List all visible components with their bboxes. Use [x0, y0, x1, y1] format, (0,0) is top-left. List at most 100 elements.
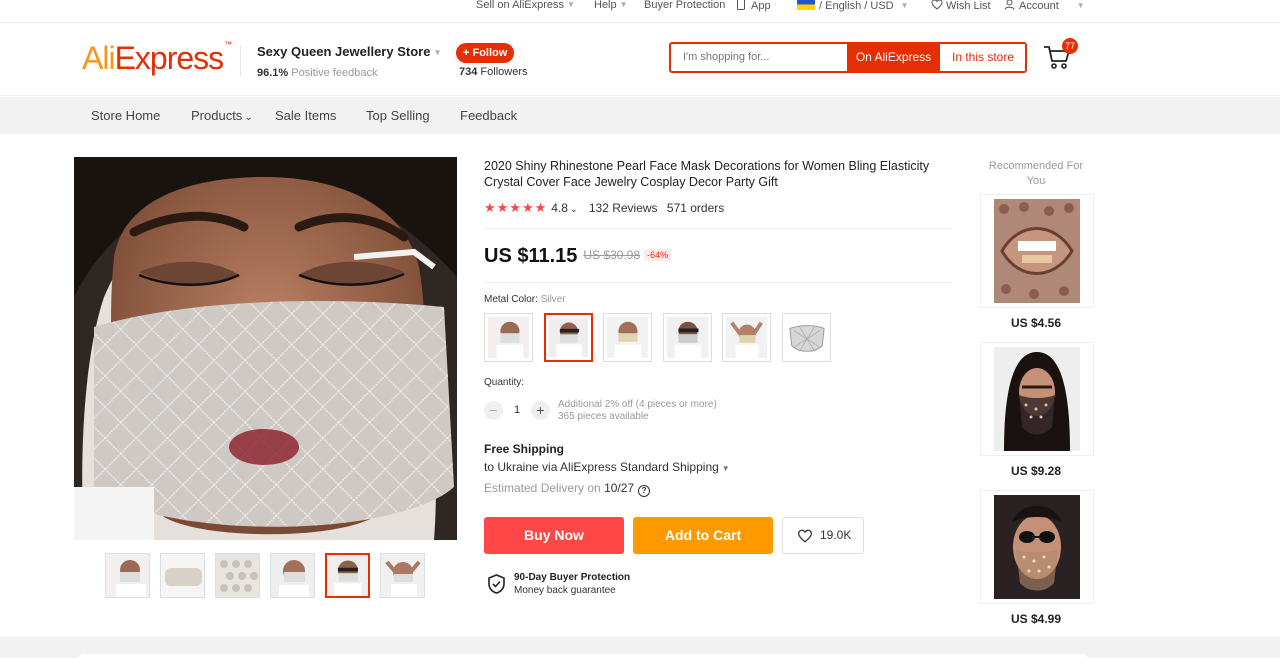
quantity-note: Additional 2% off (4 pieces or more) 365…	[558, 399, 717, 423]
main-product-image[interactable]	[74, 157, 457, 540]
logo-express-text: Express	[114, 40, 225, 76]
user-icon	[1004, 0, 1015, 10]
chevron-down-icon: ▼	[900, 1, 909, 10]
thumbnail-5[interactable]	[325, 553, 370, 598]
rating-row: ★★★★★ 4.8 ⌄ 132 Reviews 571 orders	[484, 200, 724, 216]
quantity-decrease-button[interactable]: −	[484, 401, 503, 420]
account-link[interactable]: Account ▼	[1004, 0, 1085, 13]
quantity-value[interactable]: 1	[514, 404, 520, 416]
shipping-destination[interactable]: to Ukraine via AliExpress Standard Shipp…	[484, 460, 730, 474]
recommended-item-3[interactable]	[980, 490, 1094, 604]
store-name-text: Sexy Queen Jewellery Store	[257, 44, 431, 59]
buy-now-button[interactable]: Buy Now	[484, 517, 624, 554]
chevron-down-icon: ▼	[721, 464, 730, 473]
color-label-text: Metal Color:	[484, 294, 538, 305]
tab-feedback[interactable]: Feedback	[460, 108, 517, 123]
cart-count-badge: 77	[1062, 38, 1078, 54]
rating-score[interactable]: 4.8 ⌄	[551, 201, 577, 215]
followers-label: Followers	[480, 66, 528, 78]
buyer-protection-link[interactable]: Buyer Protection	[644, 0, 725, 11]
chevron-down-icon: ▼	[433, 48, 442, 57]
color-label: Metal Color: Silver	[484, 294, 566, 305]
add-to-wishlist-button[interactable]: 19.0K	[782, 517, 864, 554]
buyer-protection-subtitle: Money back guarantee	[514, 585, 616, 596]
recommended-price-1: US $4.56	[1010, 316, 1062, 330]
shipping-destination-text: to Ukraine via AliExpress Standard Shipp…	[484, 460, 719, 474]
recommended-item-1[interactable]	[980, 194, 1094, 308]
shipping-title: Free Shipping	[484, 442, 565, 456]
buyer-protection-title: 90-Day Buyer Protection	[514, 572, 631, 583]
bulk-discount-note: Additional 2% off (4 pieces or more)	[558, 399, 717, 410]
header-divider	[240, 45, 241, 77]
add-to-cart-button[interactable]: Add to Cart	[633, 517, 773, 554]
aliexpress-logo[interactable]: AliExpress™	[82, 40, 232, 77]
help-link[interactable]: Help ▼	[594, 0, 628, 12]
store-feedback: 96.1% Positive feedback	[257, 67, 377, 79]
store-nav: Store Home Products ⌄ Sale Items Top Sell…	[0, 97, 1280, 134]
follow-button[interactable]: + Follow	[456, 43, 515, 63]
color-option-2[interactable]	[544, 313, 593, 362]
account-label: Account	[1019, 0, 1059, 12]
wish-list-link[interactable]: Wish List	[931, 0, 991, 12]
recommended-image-3	[994, 495, 1080, 599]
store-header: AliExpress™ Sexy Queen Jewellery Store ▼ …	[0, 22, 1280, 96]
tab-top-selling[interactable]: Top Selling	[366, 108, 430, 123]
wishlist-count: 19.0K	[820, 528, 852, 542]
feedback-label: Positive feedback	[291, 67, 378, 79]
heart-icon	[931, 0, 943, 10]
recommended-price-2: US $9.28	[1010, 464, 1062, 478]
help-icon[interactable]: ?	[638, 485, 651, 497]
search-input[interactable]	[683, 51, 833, 63]
tab-store-home[interactable]: Store Home	[91, 108, 160, 123]
quantity-increase-button[interactable]: +	[531, 401, 550, 420]
color-option-5[interactable]	[722, 313, 771, 362]
search-in-store-button[interactable]: In this store	[941, 44, 1025, 71]
thumbnail-3[interactable]	[215, 553, 260, 598]
chevron-down-icon: ▼	[1076, 1, 1085, 10]
estimated-delivery: Estimated Delivery on 10/27?	[484, 481, 651, 497]
tab-products[interactable]: Products ⌄	[191, 108, 253, 123]
recommended-image-2	[994, 347, 1080, 451]
color-option-4[interactable]	[663, 313, 712, 362]
recommended-image-1	[994, 199, 1080, 303]
search-on-aliexpress-button[interactable]: On AliExpress	[847, 42, 940, 73]
color-option-3[interactable]	[603, 313, 652, 362]
rating-value: 4.8	[551, 201, 568, 215]
thumbnail-4[interactable]	[270, 553, 315, 598]
ukraine-flag-icon	[797, 0, 815, 10]
sell-on-aliexpress-link[interactable]: Sell on AliExpress ▼	[476, 0, 575, 12]
eta-date: 10/27	[604, 481, 635, 495]
tab-products-label: Products	[191, 108, 243, 123]
current-price: US $11.15	[484, 245, 578, 267]
store-name[interactable]: Sexy Queen Jewellery Store ▼	[257, 44, 441, 59]
followers-count: 734 Followers	[459, 66, 528, 78]
recommended-price-3: US $4.99	[1010, 612, 1062, 626]
reviews-count[interactable]: 132 Reviews	[589, 201, 658, 215]
heart-icon	[797, 529, 813, 543]
chevron-down-icon: ▼	[619, 0, 628, 9]
recommended-title: Recommended For You	[988, 160, 1084, 187]
discount-badge: -64%	[644, 249, 672, 261]
eta-label: Estimated Delivery on	[484, 481, 601, 495]
app-label: App	[751, 0, 771, 12]
price-row: US $11.15 US $30.98 -64%	[484, 245, 672, 268]
color-option-6[interactable]	[782, 313, 831, 362]
star-rating-icon: ★★★★★	[484, 200, 548, 215]
recommended-item-2[interactable]	[980, 342, 1094, 456]
original-price: US $30.98	[583, 248, 641, 262]
language-label: / English /	[819, 0, 868, 12]
language-currency-selector[interactable]: / English / USD ▼	[797, 0, 909, 13]
chevron-down-icon: ⌄	[244, 112, 253, 123]
thumbnail-6[interactable]	[380, 553, 425, 598]
color-option-1[interactable]	[484, 313, 533, 362]
sell-label: Sell on AliExpress	[476, 0, 565, 11]
thumbnail-2[interactable]	[160, 553, 205, 598]
top-bar: Sell on AliExpress ▼ Help ▼ Buyer Protecti…	[0, 0, 1280, 14]
phone-icon	[737, 0, 745, 10]
app-link[interactable]: App	[737, 0, 771, 12]
tab-sale-items[interactable]: Sale Items	[275, 108, 336, 123]
color-value: Silver	[540, 294, 566, 305]
thumbnail-1[interactable]	[105, 553, 150, 598]
divider	[484, 282, 951, 283]
logo-ali-text: Ali	[82, 40, 116, 76]
